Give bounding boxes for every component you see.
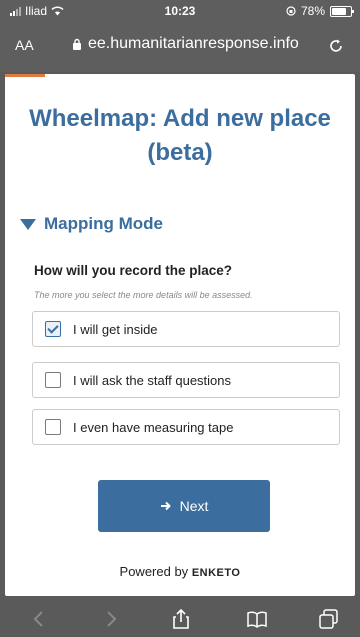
collapse-triangle-icon [20,218,36,230]
group-label: Mapping Mode [44,214,163,233]
form-sheet: Wheelmap: Add new place (beta) Mapping M… [5,74,355,596]
tabs-icon[interactable] [318,608,340,630]
arrow-right-icon [160,501,171,511]
forward-icon[interactable] [100,608,122,630]
browser-toolbar [0,600,360,637]
url-field[interactable]: ee.humanitarianresponse.info [72,35,299,53]
text-size-button[interactable]: AA [15,37,34,53]
option-label: I even have measuring tape [73,419,234,435]
group-toggle[interactable]: Mapping Mode [20,214,163,234]
checkbox[interactable] [45,372,61,388]
checkbox[interactable] [45,419,61,435]
share-icon[interactable] [170,608,192,630]
form-title: Wheelmap: Add new place (beta) [29,105,331,166]
battery-percent: 78% [300,4,325,18]
next-button[interactable]: Next [98,480,270,532]
status-right: 78% [286,4,354,18]
option-label: I will ask the staff questions [73,372,232,388]
browser-address-bar: AA ee.humanitarianresponse.info [0,22,360,72]
option-measuring-tape[interactable]: I even have measuring tape [32,409,340,445]
powered-by: Powered by ENKETO [5,564,355,579]
bookmarks-icon[interactable] [246,608,268,630]
enketo-logo[interactable]: ENKETO [192,567,241,579]
status-bar: Iliad 10:23 78% [0,0,360,22]
next-label: Next [179,498,209,514]
question-label: How will you record the place? [34,263,233,278]
checkbox-checked[interactable] [45,321,61,337]
lock-icon [73,38,81,50]
back-icon[interactable] [28,608,50,630]
battery-icon [330,5,354,17]
option-ask-staff[interactable]: I will ask the staff questions [32,362,340,398]
question-hint: The more you select the more details wil… [34,290,253,300]
orientation-lock-icon [286,6,296,16]
powered-prefix: Powered by [119,564,189,579]
option-get-inside[interactable]: I will get inside [32,311,340,347]
accent-underline [5,74,45,77]
url-text: ee.humanitarianresponse.info [88,35,299,52]
reload-icon[interactable] [328,38,344,54]
option-label: I will get inside [73,321,158,337]
